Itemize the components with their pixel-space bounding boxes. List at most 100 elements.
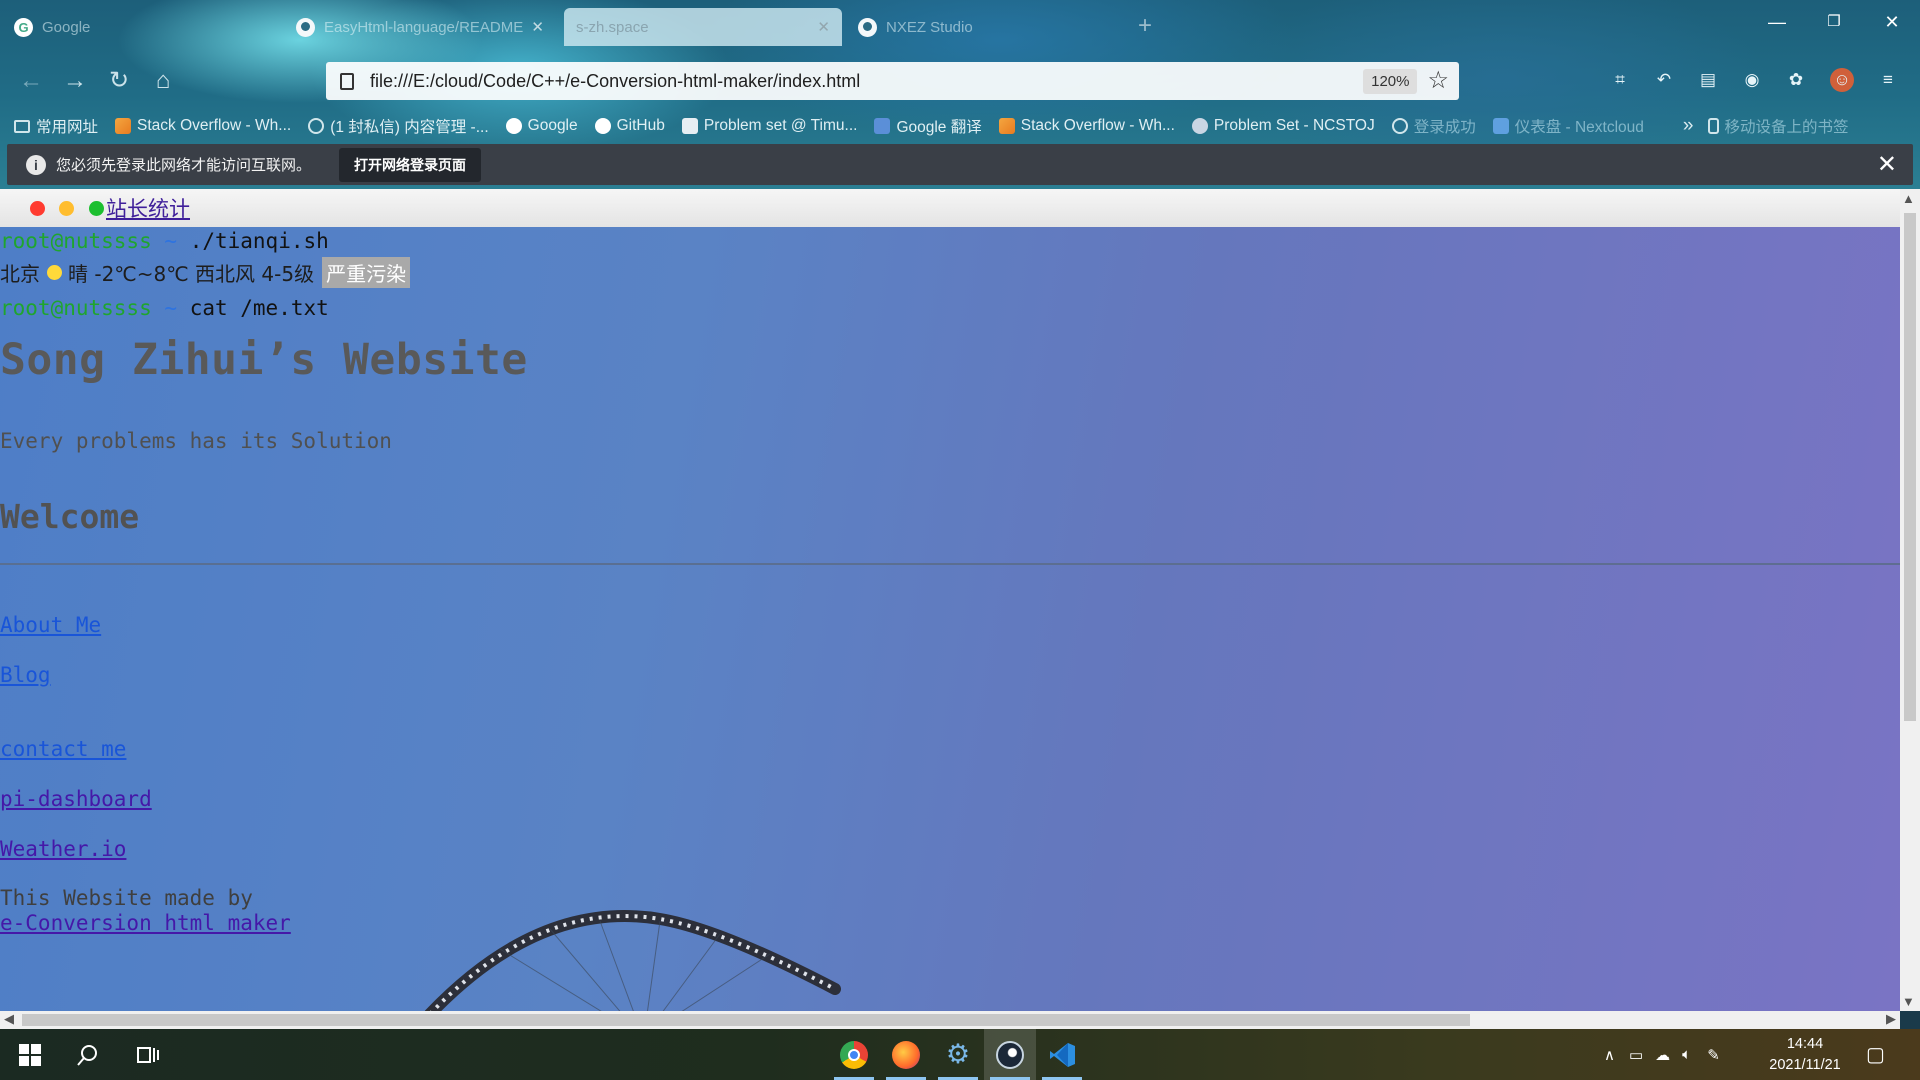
reload-icon[interactable]: ↻ xyxy=(104,66,134,96)
bookmark-label: Google xyxy=(527,117,578,134)
bookmark-item[interactable]: Google xyxy=(505,117,578,135)
new-tab-button[interactable]: + xyxy=(1138,12,1152,40)
bookmark-label: GitHub xyxy=(616,117,665,134)
scroll-up-icon[interactable]: ▲ xyxy=(1902,191,1915,206)
command-text: cat /me.txt xyxy=(189,296,329,320)
bookmark-item[interactable]: (1 封私信) 内容管理 -... xyxy=(308,115,489,137)
maximize-button[interactable]: ❐ xyxy=(1811,12,1857,30)
volume-icon[interactable]: 🔈︎ xyxy=(1682,1046,1691,1063)
scroll-down-icon[interactable]: ▼ xyxy=(1902,994,1915,1009)
problemset-icon xyxy=(681,118,698,134)
prompt-user: root@nutssss xyxy=(0,229,152,253)
bookmark-star-icon[interactable]: ☆ xyxy=(1427,69,1449,93)
blog-link[interactable]: Blog xyxy=(0,663,51,687)
extension-puzzle-icon[interactable]: ✿ xyxy=(1784,68,1808,92)
tab-nxez[interactable]: NXEZ Studio xyxy=(846,8,1076,46)
page-viewport: 站长统计 root@nutssss ~ ./tianqi.sh 北京 晴 -2℃… xyxy=(0,189,1900,1011)
minimize-button[interactable]: — xyxy=(1754,12,1800,33)
terminal-titlebar: 站长统计 xyxy=(0,189,1900,227)
tab-title: EasyHtml-language/README xyxy=(324,18,524,36)
tab-easyhtml[interactable]: EasyHtml-language/README ✕ xyxy=(284,8,556,46)
bookmark-item[interactable]: Stack Overflow - Wh... xyxy=(115,117,291,135)
start-button[interactable] xyxy=(4,1029,56,1080)
bookmark-label: 常用网址 xyxy=(36,119,99,136)
url-text[interactable]: file:///E:/cloud/Code/C++/e-Conversion-h… xyxy=(370,71,1363,92)
tab-title: s-zh.space xyxy=(576,18,649,36)
tab-bar: G Google EasyHtml-language/README ✕ s-zh… xyxy=(0,0,1920,54)
system-tray: ∧ ▭ ☁ 🔈︎ ✎ xyxy=(1604,1029,1730,1080)
address-bar[interactable]: file:///E:/cloud/Code/C++/e-Conversion-h… xyxy=(326,62,1459,100)
mobile-bookmarks[interactable]: 移动设备上的书签 xyxy=(1707,115,1849,137)
pi-dashboard-link[interactable]: pi-dashboard xyxy=(0,787,152,811)
scroll-left-icon[interactable]: ◀ xyxy=(4,1011,14,1027)
paraglider-image xyxy=(424,910,841,1011)
weather-city: 北京 xyxy=(0,262,40,286)
task-view-icon[interactable] xyxy=(122,1029,174,1080)
extension-tab-icon[interactable]: ▤ xyxy=(1696,68,1720,92)
menu-icon[interactable]: ≡ xyxy=(1876,68,1900,92)
stackoverflow-icon xyxy=(115,118,132,134)
chrome-icon[interactable] xyxy=(828,1029,880,1080)
tab-s-zh-space[interactable]: s-zh.space ✕ xyxy=(564,8,842,46)
pen-icon[interactable]: ✎ xyxy=(1707,1046,1720,1064)
page-icon xyxy=(340,72,354,90)
horizontal-scroll-thumb[interactable] xyxy=(22,1014,1470,1026)
steam-icon[interactable] xyxy=(984,1029,1036,1080)
close-tab-icon[interactable]: ✕ xyxy=(817,18,830,36)
bookmark-item[interactable]: GitHub xyxy=(594,117,665,135)
weather-io-link[interactable]: Weather.io xyxy=(0,837,126,861)
zoom-level-badge[interactable]: 120% xyxy=(1363,68,1418,94)
bookmark-label: 移动设备上的书签 xyxy=(1724,119,1849,136)
bookmark-item[interactable]: Stack Overflow - Wh... xyxy=(998,117,1175,135)
profile-avatar-icon[interactable]: ☺ xyxy=(1830,68,1854,92)
stats-link[interactable]: 站长统计 xyxy=(106,193,190,223)
close-tab-icon[interactable]: ✕ xyxy=(531,18,544,36)
bookmark-item[interactable]: Google 翻译 xyxy=(874,115,982,137)
vertical-scrollbar[interactable]: ▲ ▼ xyxy=(1900,189,1920,1011)
horizontal-scrollbar[interactable]: ◀ ▶ xyxy=(0,1011,1900,1029)
onedrive-cloud-icon[interactable]: ☁ xyxy=(1655,1046,1670,1064)
open-login-page-button[interactable]: 打开网络登录页面 xyxy=(339,147,482,182)
close-window-button[interactable]: ✕ xyxy=(1869,12,1915,33)
forward-arrow-icon[interactable]: → xyxy=(60,66,90,96)
bookmark-label: 登录成功 xyxy=(1413,119,1476,136)
vscode-icon[interactable] xyxy=(1036,1029,1088,1080)
infobar-message: 您必须先登录此网络才能访问互联网。 xyxy=(56,157,312,174)
scroll-right-icon[interactable]: ▶ xyxy=(1886,1011,1896,1027)
bookmark-item[interactable]: Problem set @ Timu... xyxy=(681,117,857,135)
site-title: Song Zihui’s Website xyxy=(0,335,528,385)
github-icon xyxy=(296,17,315,37)
yellow-dot-icon xyxy=(59,200,74,216)
firefox-icon[interactable] xyxy=(880,1029,932,1080)
ncstoj-icon xyxy=(1191,118,1208,134)
more-bookmarks-icon[interactable]: » xyxy=(1683,115,1694,137)
github-icon xyxy=(594,118,611,134)
taskbar-clock[interactable]: 14:44 2021/11/21 xyxy=(1765,1034,1845,1076)
bookmark-label: Stack Overflow - Wh... xyxy=(137,117,292,134)
settings-app-icon[interactable]: ⚙ xyxy=(932,1029,984,1080)
command-text: ./tianqi.sh xyxy=(189,229,329,253)
tab-google[interactable]: G Google xyxy=(2,8,232,46)
bookmark-item[interactable]: Problem Set - NCSTOJ xyxy=(1191,117,1375,135)
green-dot-icon xyxy=(89,200,104,216)
about-me-link[interactable]: About Me xyxy=(0,613,101,637)
prompt-user: root@nutssss xyxy=(0,296,152,320)
home-icon[interactable]: ⌂ xyxy=(148,66,178,96)
bookmark-item[interactable]: 仪表盘 - Nextcloud xyxy=(1492,115,1644,137)
undo-icon[interactable]: ↶ xyxy=(1652,68,1676,92)
battery-icon[interactable]: ▭ xyxy=(1629,1046,1643,1064)
search-icon[interactable] xyxy=(62,1029,114,1080)
bookmark-item[interactable]: 登录成功 xyxy=(1391,115,1476,137)
maker-link[interactable]: e-Conversion html maker xyxy=(0,911,291,935)
contact-me-link[interactable]: contact me xyxy=(0,737,126,761)
close-infobar-icon[interactable]: ✕ xyxy=(1877,150,1897,179)
notification-icon[interactable]: ▢ xyxy=(1866,1029,1885,1080)
vertical-scroll-thumb[interactable] xyxy=(1904,213,1916,721)
bookmark-item[interactable]: 常用网址 xyxy=(14,115,98,137)
google-icon: G xyxy=(14,17,33,37)
red-dot-icon xyxy=(30,200,45,216)
back-arrow-icon[interactable]: ← xyxy=(16,66,46,96)
show-hidden-icons[interactable]: ∧ xyxy=(1604,1046,1615,1064)
extension-owl-icon[interactable]: ◉ xyxy=(1740,68,1764,92)
crop-icon[interactable]: ⌗ xyxy=(1608,68,1632,92)
